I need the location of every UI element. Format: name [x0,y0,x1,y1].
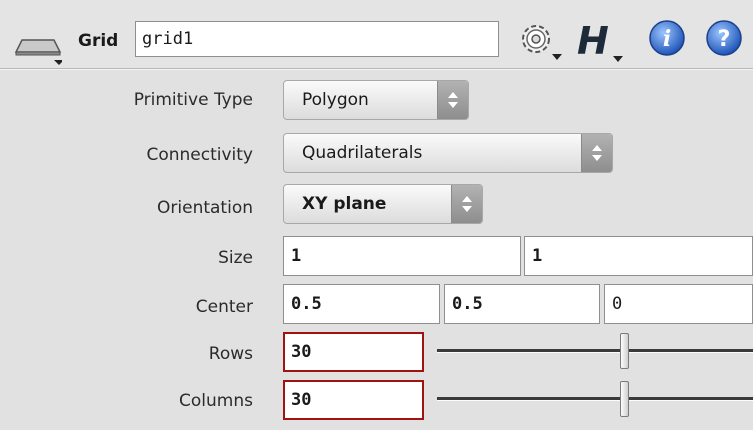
node-shape-icon[interactable] [14,30,64,66]
orientation-label: Orientation [157,198,253,218]
orientation-menu[interactable]: XY plane [283,184,483,224]
size-y-field[interactable]: 1 [524,236,753,276]
center-y-field[interactable]: 0.5 [444,284,600,324]
orientation-value: XY plane [302,194,387,214]
rows-slider-track-highlight [437,352,753,353]
rows-slider-handle[interactable] [620,333,629,369]
connectivity-label: Connectivity [146,145,253,165]
center-label: Center [195,297,253,317]
primitive-type-menu[interactable]: Polygon [283,80,469,120]
center-z-field[interactable]: 0 [604,284,753,324]
center-x-field[interactable]: 0.5 [283,284,440,324]
primitive-type-label: Primitive Type [133,90,253,110]
houdini-h-icon[interactable]: H [573,16,625,66]
size-label: Size [218,248,253,268]
rows-field[interactable]: 30 [283,332,424,372]
columns-slider-handle[interactable] [620,381,629,417]
columns-field[interactable]: 30 [283,380,424,420]
svg-text:i: i [663,26,671,52]
gear-icon[interactable] [512,16,562,66]
node-type-label: Grid [78,31,119,51]
columns-label: Columns [179,391,253,411]
node-name-field[interactable]: grid1 [135,21,499,57]
svg-text:?: ? [718,27,731,52]
rows-label: Rows [208,344,253,364]
help-icon[interactable]: ? [704,19,744,57]
connectivity-value: Quadrilaterals [302,143,423,163]
header-divider-highlight [0,69,753,70]
svg-text:H: H [577,19,609,63]
columns-slider-track-highlight [437,400,753,401]
connectivity-menu[interactable]: Quadrilaterals [283,133,613,173]
menu-arrows-icon [581,134,612,172]
menu-arrows-icon [451,185,482,223]
info-icon[interactable]: i [648,19,686,57]
size-x-field[interactable]: 1 [283,236,521,276]
menu-arrows-icon [437,81,468,119]
parameter-header: Grid grid1 H i ? [0,0,753,68]
primitive-type-value: Polygon [302,90,369,110]
